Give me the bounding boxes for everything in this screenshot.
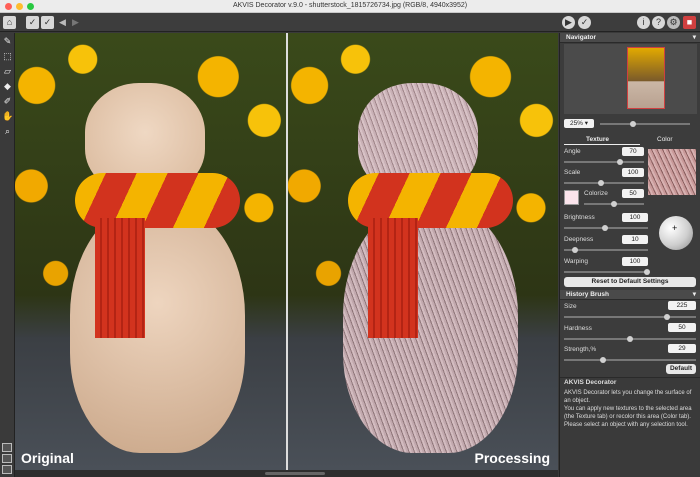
collapse-icon-2[interactable]: ▾ (693, 290, 696, 300)
size-field[interactable]: 225 (668, 301, 696, 310)
strength-field[interactable]: 29 (668, 344, 696, 353)
home-icon[interactable]: ⌂ (3, 16, 16, 29)
scale-field[interactable]: 100 (622, 168, 644, 177)
warping-label: Warping (564, 258, 588, 265)
light-sphere[interactable]: + (659, 216, 693, 250)
check-icon[interactable]: ✓ (26, 16, 39, 29)
scale-slider[interactable] (564, 180, 644, 186)
info-icon[interactable]: i (637, 16, 650, 29)
navigator-preview[interactable] (564, 44, 697, 114)
colorize-slider[interactable] (584, 201, 644, 207)
tab-texture[interactable]: Texture (586, 136, 609, 143)
eraser-icon[interactable]: ▱ (2, 66, 13, 77)
app-window: AKVIS Decorator v.9.0 - shutterstock_181… (0, 0, 700, 477)
compare-view-icon[interactable] (2, 454, 12, 463)
deepness-label: Deepness (564, 236, 594, 243)
undo-icon[interactable]: ◀ (59, 16, 66, 29)
tools-bar: ✎ ⬚ ▱ ◆ ✐ ✋ ⌕ (0, 33, 15, 477)
tab-underline (564, 144, 640, 145)
hardness-field[interactable]: 50 (668, 323, 696, 332)
settings-panel: Navigator ▾ 25% ▾ Texture Color Angle 70… (559, 33, 700, 477)
info-line-2: You can apply new textures to the select… (564, 406, 692, 428)
angle-slider[interactable] (564, 159, 644, 165)
scarf-tail-processed (368, 218, 418, 338)
horizontal-scrollbar[interactable] (15, 470, 558, 477)
warping-field[interactable]: 100 (622, 257, 648, 266)
deepness-field[interactable]: 10 (622, 235, 648, 244)
title-bar: AKVIS Decorator v.9.0 - shutterstock_181… (0, 0, 700, 13)
toolbar: ⌂ ✓ ✓ ◀ ▶ ▶ ✓ i ? ⚙ ■ (0, 13, 700, 32)
image-canvas[interactable]: Original Processing (15, 33, 558, 470)
light-position-icon[interactable]: + (672, 223, 677, 233)
info-line-1: AKVIS Decorator lets you change the surf… (564, 390, 692, 404)
gift-icon[interactable]: ■ (683, 16, 696, 29)
zoom-slider[interactable] (600, 121, 690, 127)
brush-icon[interactable]: ✎ (2, 36, 13, 47)
default-button[interactable]: Default (666, 364, 696, 374)
angle-label: Angle (564, 148, 581, 155)
redo-icon[interactable]: ▶ (72, 16, 79, 29)
navigator-frame[interactable] (627, 47, 665, 109)
collapse-icon[interactable]: ▾ (693, 33, 696, 43)
view-mode-icons (2, 441, 13, 474)
history-brush-title: History Brush (566, 291, 609, 298)
window-title: AKVIS Decorator v.9.0 - shutterstock_181… (232, 2, 468, 9)
navigator-header[interactable]: Navigator ▾ (560, 33, 700, 43)
tab-color[interactable]: Color (657, 136, 673, 143)
brightness-label: Brightness (564, 214, 595, 221)
settings-icon[interactable]: ⚙ (667, 16, 680, 29)
hardness-label: Hardness (564, 325, 592, 332)
deepness-slider[interactable] (564, 247, 648, 253)
history-brush-header[interactable]: History Brush ▾ (560, 290, 700, 300)
colorize-swatch[interactable] (564, 190, 579, 205)
colorize-field[interactable]: 50 (622, 189, 644, 198)
angle-field[interactable]: 70 (622, 147, 644, 156)
texture-swatch[interactable] (648, 149, 696, 195)
size-label: Size (564, 303, 577, 310)
zoom-slider-knob[interactable] (630, 121, 636, 127)
zoom-icon[interactable]: ⌕ (2, 126, 13, 137)
original-label: Original (21, 450, 74, 466)
check-all-icon[interactable]: ✓ (41, 16, 54, 29)
strength-label: Strength,% (564, 346, 597, 353)
warping-slider[interactable] (564, 269, 650, 275)
info-title: AKVIS Decorator (564, 379, 617, 386)
scarf-tail (95, 218, 145, 338)
history-brush-icon[interactable]: ✐ (2, 96, 13, 107)
processing-view: Processing (288, 33, 558, 470)
strength-slider[interactable] (564, 357, 696, 363)
colorize-label: Colorize (584, 190, 608, 197)
play-icon[interactable]: ▶ (562, 16, 575, 29)
size-slider[interactable] (564, 314, 696, 320)
processing-label: Processing (474, 450, 550, 466)
split-view-icon[interactable] (2, 443, 12, 452)
scroll-thumb[interactable] (265, 472, 325, 475)
zoom-select[interactable]: 25% ▾ (564, 119, 594, 128)
bucket-icon[interactable]: ◆ (2, 81, 13, 92)
reset-button[interactable]: Reset to Default Settings (564, 277, 696, 287)
help-icon[interactable]: ? (652, 16, 665, 29)
hardness-slider[interactable] (564, 336, 696, 342)
selection-icon[interactable]: ⬚ (2, 51, 13, 62)
scale-label: Scale (564, 169, 581, 176)
info-text: AKVIS Decorator lets you change the surf… (564, 389, 696, 429)
brightness-field[interactable]: 100 (622, 213, 648, 222)
brightness-slider[interactable] (564, 225, 648, 231)
single-view-icon[interactable] (2, 465, 12, 474)
original-view: Original (15, 33, 286, 470)
apply-icon[interactable]: ✓ (578, 16, 591, 29)
navigator-title: Navigator (566, 34, 596, 41)
hand-icon[interactable]: ✋ (2, 111, 13, 122)
